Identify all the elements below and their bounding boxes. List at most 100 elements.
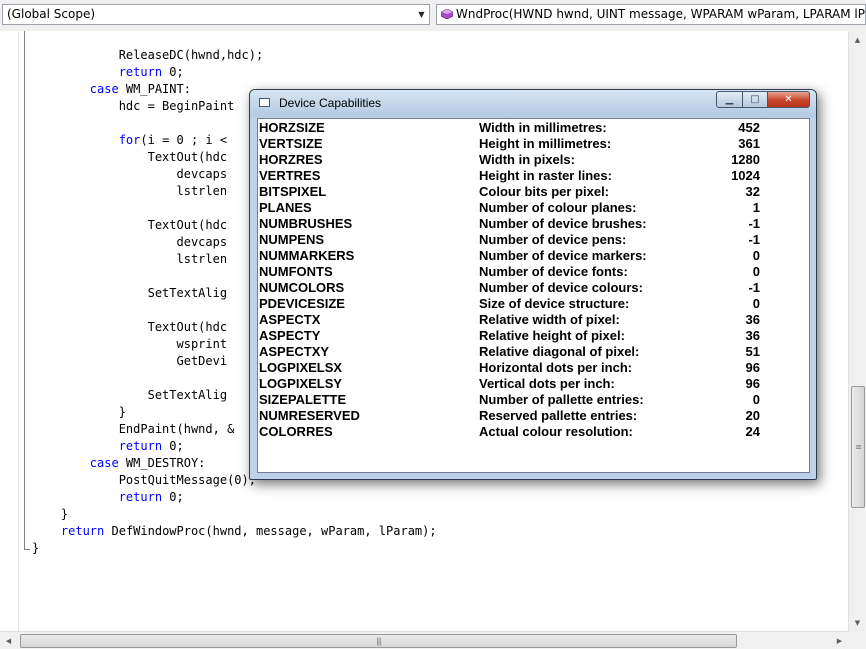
capability-name: VERTSIZE bbox=[259, 136, 323, 151]
capability-row: PDEVICESIZE Size of device structure: 0 bbox=[258, 296, 760, 312]
capability-value: 1024 bbox=[731, 168, 760, 183]
window-icon bbox=[259, 98, 270, 107]
code-text-fragment: hdc = BeginPaint bbox=[118, 99, 235, 113]
capabilities-list: HORZSIZE Width in millimetres: 452 VERTSIZE… bbox=[257, 118, 810, 473]
capability-name: PDEVICESIZE bbox=[259, 296, 345, 311]
code-text-fragment: EndPaint(hwnd, & bbox=[118, 422, 235, 436]
capability-name: ASPECTXY bbox=[259, 344, 330, 359]
code-line: PostQuitMessage(0); bbox=[32, 472, 256, 489]
capability-value: -1 bbox=[748, 232, 760, 247]
scroll-left-icon[interactable]: ◀ bbox=[0, 632, 17, 649]
scope-dropdown[interactable]: (Global Scope) ▼ bbox=[2, 4, 430, 25]
chevron-down-icon[interactable]: ▼ bbox=[414, 5, 429, 24]
capability-name: PLANES bbox=[259, 200, 312, 215]
horizontal-scroll-thumb[interactable]: ||| bbox=[20, 634, 737, 648]
scroll-up-icon[interactable]: ▲ bbox=[849, 31, 866, 48]
capability-value: 0 bbox=[752, 264, 760, 279]
capability-row: LOGPIXELSX Horizontal dots per inch: 96 bbox=[258, 360, 760, 376]
code-text-fragment: } bbox=[118, 405, 126, 419]
capability-row: SIZEPALETTE Number of pallette entries: 0 bbox=[258, 392, 760, 408]
code-keyword: return bbox=[118, 65, 163, 79]
code-text-fragment: SetTextAlig bbox=[147, 388, 228, 402]
capability-description: Size of device structure: bbox=[479, 296, 630, 311]
capability-row: BITSPIXEL Colour bits per pixel: 32 bbox=[258, 184, 760, 200]
capability-row: COLORRES Actual colour resolution: 24 bbox=[258, 424, 760, 440]
capability-value: -1 bbox=[748, 216, 760, 231]
capability-name: NUMRESERVED bbox=[259, 408, 360, 423]
capability-row: VERTSIZE Height in millimetres: 361 bbox=[258, 136, 760, 152]
capability-description: Number of pallette entries: bbox=[479, 392, 644, 407]
capability-name: NUMMARKERS bbox=[259, 248, 355, 263]
navigation-bar: (Global Scope) ▼ WndProc(HWND hwnd, UINT… bbox=[0, 0, 866, 32]
code-line: } bbox=[32, 404, 126, 421]
code-line: case WM_PAINT: bbox=[32, 81, 191, 98]
minimize-button[interactable]: ▁ bbox=[716, 91, 743, 108]
capability-name: NUMPENS bbox=[259, 232, 325, 247]
device-capabilities-window[interactable]: Device Capabilities ▁ □ ✕ HORZSIZE Width … bbox=[249, 89, 817, 480]
capability-value: 0 bbox=[752, 248, 760, 263]
code-line: return DefWindowProc(hwnd, message, wPar… bbox=[32, 523, 437, 540]
code-keyword: return bbox=[118, 490, 163, 504]
grip-icon: ≡ bbox=[855, 442, 862, 452]
capability-name: LOGPIXELSX bbox=[259, 360, 343, 375]
capability-description: Width in millimetres: bbox=[479, 120, 607, 135]
capability-row: VERTRES Height in raster lines: 1024 bbox=[258, 168, 760, 184]
scroll-down-icon[interactable]: ▼ bbox=[849, 614, 866, 631]
capability-description: Reserved pallette entries: bbox=[479, 408, 638, 423]
capability-name: ASPECTY bbox=[259, 328, 321, 343]
capability-name: VERTRES bbox=[259, 168, 321, 183]
capability-row: ASPECTXY Relative diagonal of pixel: 51 bbox=[258, 344, 760, 360]
scope-dropdown-value: (Global Scope) bbox=[7, 7, 96, 21]
code-text-fragment: 0; bbox=[162, 439, 184, 453]
close-icon: ✕ bbox=[784, 94, 793, 105]
code-line: return 0; bbox=[32, 438, 184, 455]
scroll-right-icon[interactable]: ▶ bbox=[831, 632, 848, 649]
code-text-fragment: SetTextAlig bbox=[147, 286, 228, 300]
capability-value: 24 bbox=[745, 424, 760, 439]
capability-value: 0 bbox=[752, 392, 760, 407]
minimize-icon: ▁ bbox=[725, 94, 734, 105]
capability-row: NUMBRUSHES Number of device brushes: -1 bbox=[258, 216, 760, 232]
maximize-icon: □ bbox=[750, 94, 760, 105]
maximize-button[interactable]: □ bbox=[742, 91, 768, 108]
capability-name: NUMBRUSHES bbox=[259, 216, 353, 231]
vertical-scroll-thumb[interactable]: ≡ bbox=[851, 386, 865, 508]
code-line: lstrlen bbox=[32, 183, 228, 200]
capability-description: Number of device pens: bbox=[479, 232, 627, 247]
method-icon bbox=[441, 9, 453, 19]
capability-value: 32 bbox=[745, 184, 760, 199]
capability-name: HORZSIZE bbox=[259, 120, 325, 135]
close-button[interactable]: ✕ bbox=[767, 91, 810, 108]
capability-value: 36 bbox=[745, 312, 760, 327]
code-text-fragment: } bbox=[60, 507, 69, 521]
code-line: } bbox=[32, 506, 68, 523]
code-line: TextOut(hdc bbox=[32, 217, 227, 234]
code-line: lstrlen bbox=[32, 251, 228, 268]
code-text-fragment: lstrlen bbox=[176, 252, 228, 266]
capability-row: HORZSIZE Width in millimetres: 452 bbox=[258, 120, 760, 136]
procedure-dropdown[interactable]: WndProc(HWND hwnd, UINT message, WPARAM … bbox=[436, 4, 866, 25]
vertical-scrollbar[interactable]: ▲ ≡ ▼ bbox=[848, 31, 866, 631]
capability-name: BITSPIXEL bbox=[259, 184, 327, 199]
capability-description: Horizontal dots per inch: bbox=[479, 360, 633, 375]
capability-description: Number of device markers: bbox=[479, 248, 647, 263]
code-text-fragment: lstrlen bbox=[176, 184, 228, 198]
code-keyword: case bbox=[89, 456, 119, 470]
capability-row: ASPECTY Relative height of pixel: 36 bbox=[258, 328, 760, 344]
code-line: hdc = BeginPaint bbox=[32, 98, 235, 115]
horizontal-scrollbar[interactable]: ◀ ||| ▶ bbox=[0, 631, 848, 649]
window-titlebar[interactable]: Device Capabilities ▁ □ ✕ bbox=[250, 90, 816, 117]
code-line: for(i = 0 ; i < bbox=[32, 132, 227, 149]
code-line: ReleaseDC(hwnd,hdc); bbox=[32, 47, 264, 64]
capability-row: NUMPENS Number of device pens: -1 bbox=[258, 232, 760, 248]
code-text-fragment: wsprint bbox=[176, 337, 228, 351]
